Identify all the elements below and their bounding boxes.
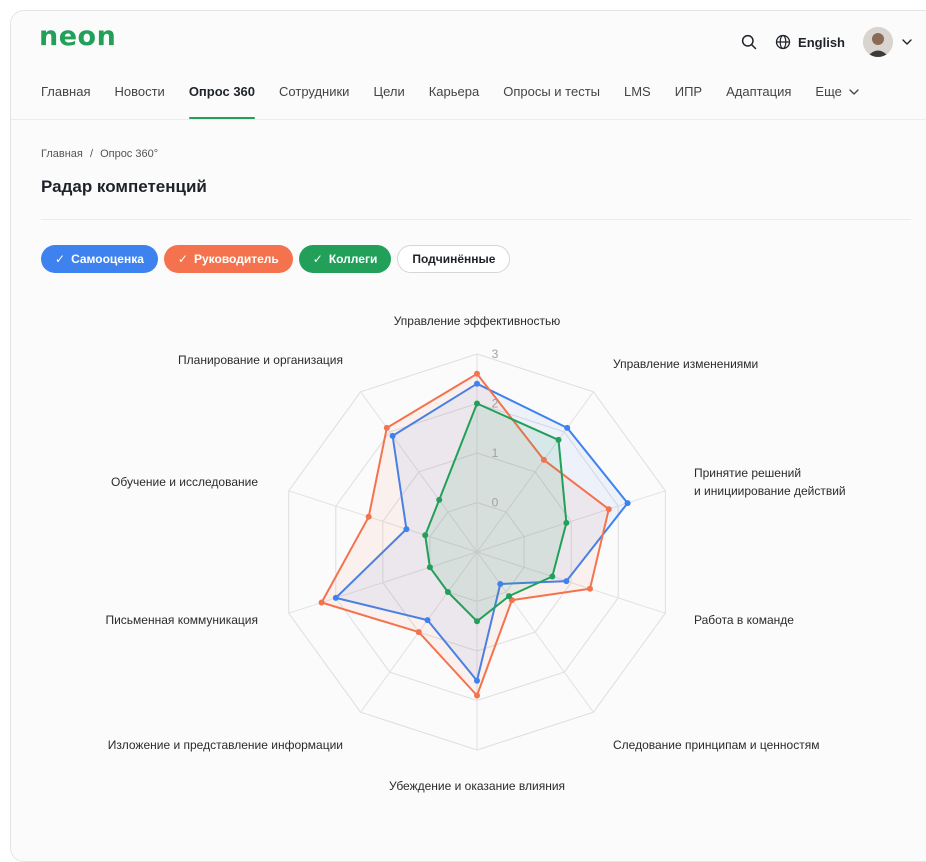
axis-label: Принятие решений и инициирование действий	[694, 466, 846, 498]
data-point	[563, 578, 570, 585]
axis-label: Обучение и исследование	[111, 475, 258, 489]
data-point	[415, 629, 422, 636]
data-point	[444, 589, 451, 595]
data-point	[403, 526, 410, 533]
data-point	[474, 370, 480, 377]
data-point	[332, 594, 339, 601]
data-point	[474, 400, 480, 407]
data-point	[474, 380, 480, 387]
data-point	[426, 564, 433, 571]
axis-label: Работа в команде	[694, 613, 794, 627]
data-point	[555, 436, 562, 443]
scale-label: 1	[492, 446, 499, 460]
scale-label: 2	[492, 397, 499, 411]
data-point	[318, 599, 325, 606]
scale-label: 0	[492, 496, 499, 510]
axis-label: Убеждение и оказание влияния	[389, 779, 565, 793]
axis-label: Письменная коммуникация	[105, 613, 258, 627]
data-point	[624, 500, 631, 507]
data-point	[474, 692, 480, 699]
data-point	[564, 424, 571, 431]
data-point	[474, 618, 480, 625]
data-point	[383, 424, 390, 431]
data-point	[422, 532, 429, 539]
app-window: neon English Главная Новости Опрос 360 С…	[10, 10, 926, 862]
axis-label: Управление изменениями	[613, 357, 758, 371]
data-point	[497, 581, 504, 587]
data-point	[563, 519, 570, 526]
axis-label: Управление эффективностью	[394, 314, 561, 328]
data-point	[365, 513, 372, 520]
scale-label: 3	[492, 347, 499, 361]
data-point	[587, 585, 593, 592]
data-point	[436, 496, 443, 503]
axis-label: Изложение и представление информации	[108, 738, 343, 752]
data-point	[549, 573, 556, 580]
data-point	[474, 677, 480, 684]
data-point	[389, 432, 396, 439]
axis-label: Следование принципам и ценностям	[613, 738, 819, 752]
data-point	[540, 456, 547, 463]
data-point	[506, 593, 512, 600]
radar-chart: 0 1 2 3 Управление эффективностью Управление …	[105, 314, 846, 793]
data-point	[605, 506, 612, 513]
axis-label: Планирование и организация	[178, 353, 343, 367]
data-point	[424, 617, 431, 624]
